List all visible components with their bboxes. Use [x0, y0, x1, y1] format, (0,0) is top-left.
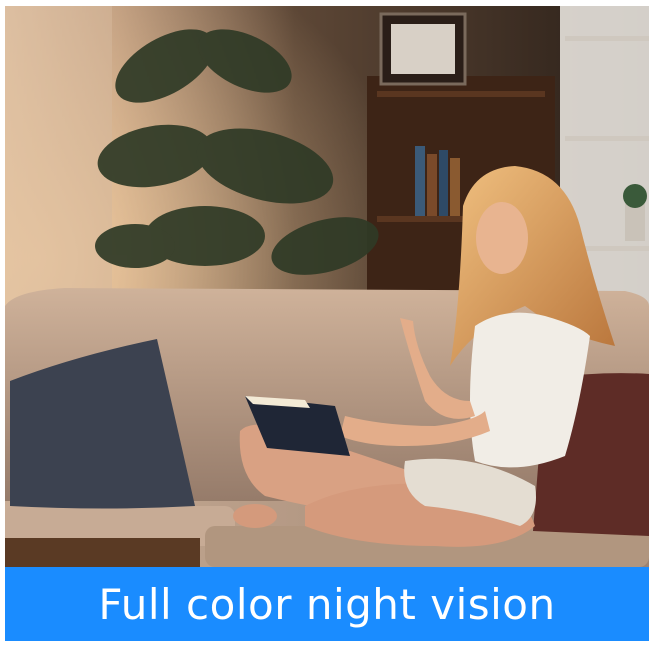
- caption-text: Full color night vision: [98, 579, 556, 629]
- living-room-photo: [5, 6, 649, 567]
- coffee-table: [5, 538, 200, 567]
- caption-banner: Full color night vision: [5, 567, 649, 641]
- product-image-frame: Full color night vision: [5, 6, 649, 641]
- wall-pillar: [5, 6, 112, 306]
